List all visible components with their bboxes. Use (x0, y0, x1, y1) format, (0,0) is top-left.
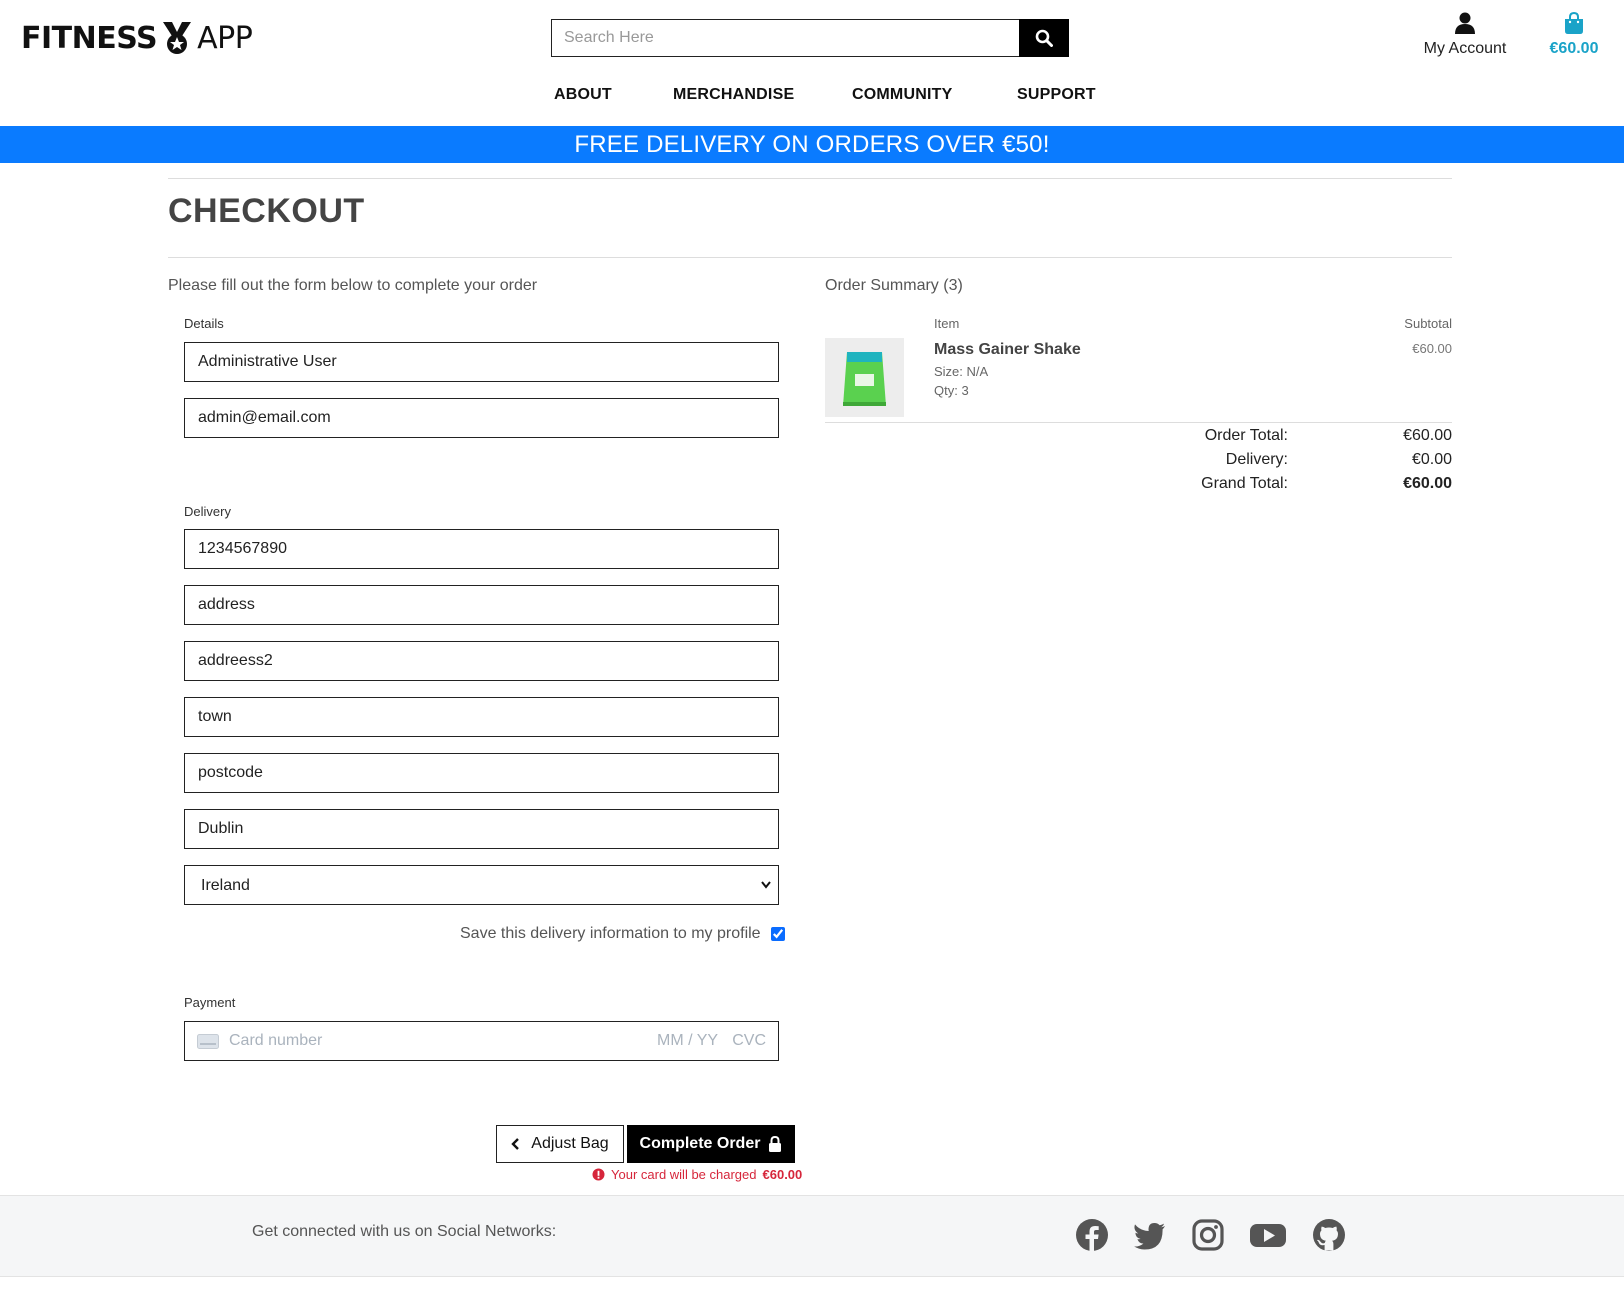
github-icon[interactable] (1312, 1218, 1346, 1252)
town-field[interactable] (184, 697, 779, 737)
complete-order-label: Complete Order (639, 1135, 761, 1152)
address2-field[interactable] (184, 641, 779, 681)
charge-amount: €60.00 (762, 1167, 803, 1182)
delivery-banner: FREE DELIVERY ON ORDERS OVER €50! (0, 126, 1624, 163)
postcode-field[interactable] (184, 753, 779, 793)
instagram-icon[interactable] (1191, 1218, 1225, 1252)
charge-text: Your card will be charged (611, 1167, 757, 1182)
search-icon (1035, 29, 1053, 47)
site-logo[interactable]: FITNESS APP (21, 18, 253, 58)
twitter-icon[interactable] (1133, 1218, 1167, 1252)
charge-notice: Your card will be charged €60.00 (592, 1167, 802, 1182)
save-info-label: Save this delivery information to my pro… (460, 925, 761, 942)
grand-total-value: €60.00 (1403, 475, 1452, 492)
order-total-label: Order Total: (1204, 427, 1288, 444)
footer (0, 1195, 1624, 1277)
email-field[interactable] (184, 398, 779, 438)
shopping-bag-icon (1565, 12, 1583, 34)
lock-icon (769, 1136, 782, 1152)
search-bar (551, 19, 1069, 57)
divider (168, 257, 1452, 258)
item-qty: Qty: 3 (934, 383, 969, 398)
card-number-placeholder: Card number (229, 1032, 323, 1049)
logo-text-right: APP (197, 20, 253, 56)
adjust-bag-label: Adjust Bag (531, 1135, 609, 1152)
country-select[interactable]: Ireland (184, 865, 779, 905)
search-button[interactable] (1019, 19, 1069, 57)
complete-order-button[interactable]: Complete Order (627, 1125, 795, 1163)
full-name-field[interactable] (184, 342, 779, 382)
search-input[interactable] (551, 19, 1019, 57)
product-thumbnail (825, 338, 904, 417)
divider (168, 178, 1452, 179)
page-title: CHECKOUT (168, 192, 365, 230)
county-field[interactable] (184, 809, 779, 849)
footer-social-text: Get connected with us on Social Networks… (252, 1223, 557, 1240)
card-expiry-placeholder: MM / YY (657, 1032, 718, 1049)
main-nav: ABOUT MERCHANDISE COMMUNITY SUPPORT (0, 86, 1624, 112)
order-total-value: €60.00 (1403, 427, 1452, 444)
payment-legend: Payment (184, 995, 236, 1010)
credit-card-icon (197, 1033, 219, 1049)
save-info-checkbox[interactable] (770, 927, 785, 941)
nav-support[interactable]: SUPPORT (1017, 86, 1096, 104)
nav-community[interactable]: COMMUNITY (852, 86, 952, 104)
item-subtotal: €60.00 (1412, 341, 1452, 356)
youtube-icon[interactable] (1249, 1218, 1287, 1252)
item-name: Mass Gainer Shake (934, 341, 1081, 358)
delivery-cost-value: €0.00 (1411, 451, 1452, 468)
card-cvc-placeholder: CVC (732, 1032, 766, 1049)
product-image (825, 338, 904, 417)
save-info-row: Save this delivery information to my pro… (460, 925, 785, 943)
facebook-icon[interactable] (1075, 1218, 1109, 1252)
logo-text-left: FITNESS (21, 20, 158, 56)
medal-icon (163, 22, 192, 54)
alert-circle-icon (592, 1168, 605, 1181)
card-extra-placeholders: MM / YY CVC (647, 1032, 766, 1050)
details-legend: Details (184, 316, 224, 331)
phone-field[interactable] (184, 529, 779, 569)
nav-merchandise[interactable]: MERCHANDISE (673, 86, 794, 104)
grand-total-label: Grand Total: (1201, 475, 1288, 492)
bag-total: €60.00 (1549, 40, 1599, 57)
nav-about[interactable]: ABOUT (554, 86, 612, 104)
delivery-legend: Delivery (184, 504, 231, 519)
my-account-label: My Account (1423, 40, 1507, 57)
item-size: Size: N/A (934, 364, 989, 379)
shopping-bag-link[interactable]: €60.00 (1540, 12, 1608, 58)
delivery-cost-label: Delivery: (1225, 451, 1288, 468)
my-account-link[interactable]: My Account (1420, 12, 1510, 58)
subtotal-column-header: Subtotal (1404, 316, 1452, 331)
order-summary-title: Order Summary (3) (825, 277, 963, 294)
summary-divider (825, 422, 1452, 423)
card-element[interactable]: Card number MM / YY CVC (184, 1021, 779, 1061)
adjust-bag-button[interactable]: Adjust Bag (496, 1125, 624, 1163)
item-column-header: Item (934, 316, 960, 331)
chevron-left-icon (511, 1138, 520, 1150)
address1-field[interactable] (184, 585, 779, 625)
form-intro: Please fill out the form below to comple… (168, 277, 538, 294)
user-icon (1455, 12, 1475, 34)
